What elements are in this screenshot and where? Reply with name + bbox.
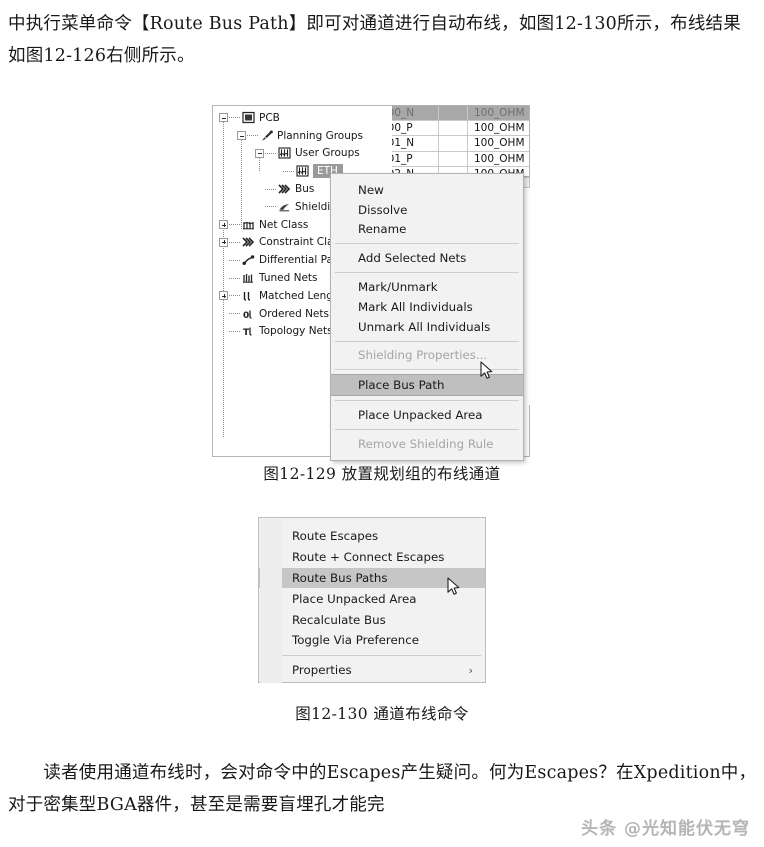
- constraint-class-icon: [241, 235, 256, 249]
- expander-expand-icon[interactable]: [219, 220, 228, 230]
- expander-placeholder: [219, 309, 228, 318]
- paragraph-top: 中执行菜单命令【Route Bus Path】即可对通道进行自动布线，如图12-…: [8, 14, 741, 66]
- chevron-right-icon: ›: [468, 663, 473, 677]
- menu-item-add-selected-nets[interactable]: Add Selected Nets: [331, 248, 523, 268]
- menu-item-recalculate-bus[interactable]: Recalculate Bus: [259, 609, 485, 630]
- tree-node-planning-groups[interactable]: Planning Groups: [213, 127, 392, 145]
- tree-dot-connector: [229, 277, 240, 279]
- paragraph-bottom: 读者使用通道布线时，会对命令中的Escapes产生疑问。何为Escapes？在X…: [8, 763, 757, 815]
- tree-node-pcb[interactable]: PCB: [213, 109, 392, 127]
- menu-item-mark-unmark[interactable]: Mark/Unmark: [331, 277, 523, 297]
- menu-item-properties[interactable]: Properties ›: [259, 660, 485, 681]
- tree-node-label: Bus: [295, 183, 315, 196]
- bus-arrows-icon: [277, 182, 292, 196]
- wrench-icon: [259, 129, 274, 143]
- figure-frame-right: [529, 405, 530, 457]
- menu-item-place-unpacked-area[interactable]: Place Unpacked Area: [259, 588, 485, 609]
- watermark-text: 头条 @光知能伏无穹: [581, 819, 750, 839]
- figure-130-image: Route Escapes Route + Connect Escapes Ro…: [258, 517, 486, 683]
- context-menu-planning-group[interactable]: New Dissolve Rename Add Selected Nets Ma…: [330, 173, 524, 461]
- menu-separator: [335, 272, 519, 274]
- tuned-nets-icon: [241, 271, 256, 285]
- net-spacer-cell: [438, 106, 468, 121]
- expander-placeholder: [273, 167, 282, 176]
- tree-dot-connector: [229, 330, 240, 332]
- net-spacer-cell: [438, 121, 468, 136]
- net-impedance-cell: 100_OHM: [474, 107, 525, 120]
- ordered-nets-icon: 0: [241, 307, 256, 321]
- menu-item-mark-all-individuals[interactable]: Mark All Individuals: [331, 297, 523, 317]
- menu-separator: [335, 369, 519, 371]
- menu-separator: [263, 654, 481, 656]
- net-impedance-cell: 100_OHM: [474, 137, 525, 150]
- menu-item-route-bus-paths[interactable]: Route Bus Paths: [259, 567, 485, 589]
- expander-collapse-icon[interactable]: [237, 131, 246, 141]
- expander-expand-icon[interactable]: [219, 291, 228, 301]
- net-impedance-cell: 100_OHM: [474, 122, 525, 135]
- tree-dot-connector: [229, 313, 240, 315]
- menu-icon-gutter: [260, 519, 282, 683]
- expander-placeholder: [255, 202, 264, 211]
- menu-item-new[interactable]: New: [331, 180, 523, 200]
- svg-text:T: T: [243, 328, 250, 338]
- menu-item-place-unpacked-area[interactable]: Place Unpacked Area: [331, 405, 523, 425]
- topology-nets-icon: T: [241, 324, 256, 338]
- menu-item-remove-shielding-rule: Remove Shielding Rule: [358, 436, 494, 451]
- group-bracket-icon: [295, 164, 310, 178]
- figure-129-image: ETH_MD0_N 100_OHM ETH_MD0_P 100_OHM ETH_…: [212, 105, 530, 461]
- tree-dot-connector: [229, 117, 240, 119]
- svg-text:0: 0: [243, 311, 249, 321]
- menu-item-toggle-via-preference[interactable]: Toggle Via Preference: [259, 630, 485, 651]
- figure-caption-130: 图12-130 通道布线命令: [295, 705, 469, 723]
- net-impedance-cell: 100_OHM: [474, 152, 525, 165]
- menu-item-place-bus-path[interactable]: Place Bus Path: [331, 374, 523, 397]
- menu-item-route-connect-escapes[interactable]: Route + Connect Escapes: [259, 547, 485, 568]
- menu-separator: [335, 428, 519, 430]
- menu-item-unmark-all-individuals[interactable]: Unmark All Individuals: [331, 317, 523, 337]
- tree-dot-connector: [229, 241, 240, 243]
- menu-item-rename[interactable]: Rename: [331, 220, 523, 240]
- tree-node-label: Net Class: [259, 218, 309, 231]
- menu-separator: [335, 400, 519, 402]
- figure-caption-129: 图12-129 放置规划组的布线通道: [263, 465, 501, 483]
- matched-length-icon: [241, 289, 256, 303]
- tree-node-label: User Groups: [295, 147, 360, 160]
- menu-separator: [335, 243, 519, 245]
- group-bracket-icon: [277, 146, 292, 160]
- net-class-icon: [241, 218, 256, 232]
- tree-node-label: Tuned Nets: [259, 272, 318, 285]
- menu-item-label: Properties: [292, 663, 352, 678]
- tree-node-label: Ordered Nets: [259, 307, 329, 320]
- net-spacer-cell: [438, 151, 468, 166]
- expander-placeholder: [255, 185, 264, 194]
- menu-item-shielding-properties: Shielding Properties...: [358, 348, 488, 363]
- bus-routing-menu[interactable]: Route Escapes Route + Connect Escapes Ro…: [258, 517, 486, 683]
- diff-pair-icon: [241, 253, 256, 267]
- pcb-board-icon: [241, 111, 256, 125]
- tree-dot-connector: [229, 295, 240, 297]
- expander-placeholder: [219, 274, 228, 283]
- menu-separator: [335, 340, 519, 342]
- expander-expand-icon[interactable]: [219, 237, 228, 247]
- tree-dot-connector: [265, 206, 276, 208]
- tree-dot-connector: [283, 170, 294, 172]
- tree-node-label: Differential Pair: [259, 254, 341, 267]
- menu-item-route-escapes[interactable]: Route Escapes: [259, 526, 485, 547]
- tree-node-label: Topology Nets: [259, 325, 333, 338]
- tree-dot-connector: [229, 259, 240, 261]
- tree-node-label: PCB: [259, 111, 280, 124]
- expander-placeholder: [219, 327, 228, 336]
- tree-dot-connector: [229, 224, 240, 226]
- tree-dot-connector: [247, 135, 258, 137]
- menu-item-dissolve[interactable]: Dissolve: [331, 200, 523, 220]
- tree-dot-connector: [265, 152, 276, 154]
- expander-collapse-icon[interactable]: [219, 113, 228, 123]
- expander-placeholder: [219, 256, 228, 265]
- tree-dot-connector: [265, 188, 276, 190]
- expander-collapse-icon[interactable]: [255, 148, 264, 158]
- shield-rule-icon: [277, 200, 292, 214]
- tree-node-label: Planning Groups: [277, 129, 364, 142]
- tree-node-user-groups[interactable]: User Groups: [213, 145, 392, 163]
- net-spacer-cell: [438, 136, 468, 151]
